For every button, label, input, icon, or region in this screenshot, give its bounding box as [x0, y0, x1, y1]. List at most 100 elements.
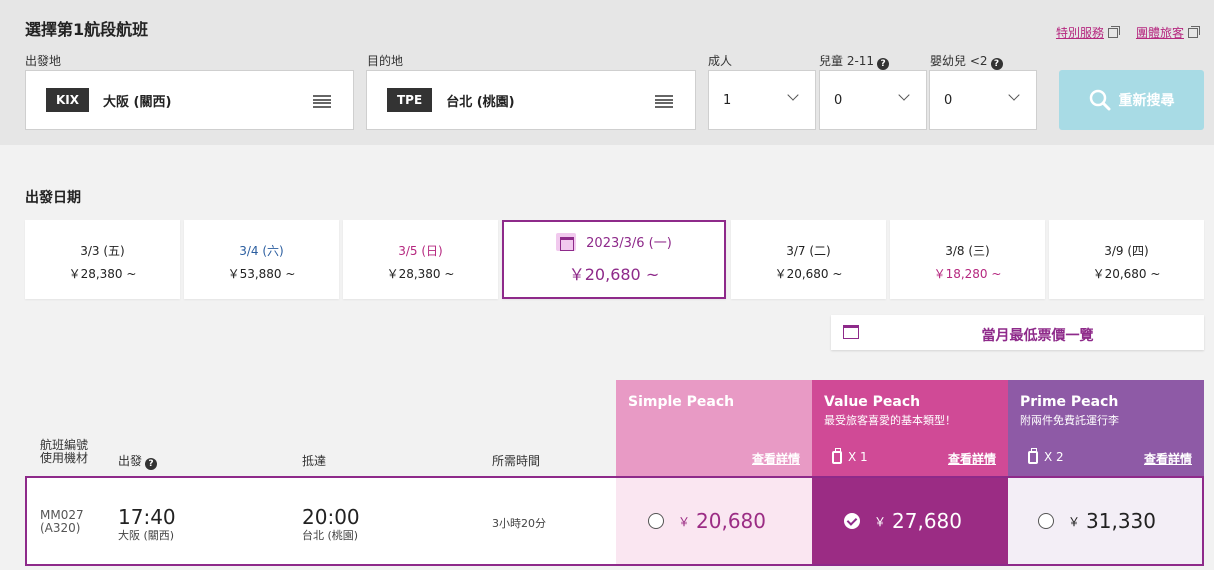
- infant-label: 嬰幼兒 <2: [930, 54, 988, 68]
- list-icon[interactable]: [655, 95, 673, 108]
- radio-button[interactable]: [648, 513, 664, 529]
- special-service-label: 特別服務: [1055, 26, 1104, 40]
- search-button-label: 重新搜尋: [1118, 93, 1175, 109]
- baggage-info: X 2: [1028, 447, 1064, 464]
- group-passenger-link[interactable]: 團體旅客: [1135, 24, 1200, 41]
- search-icon: [1089, 89, 1110, 111]
- date-card-date: 3/4 (六): [239, 244, 284, 258]
- destination-code-badge: TPE: [387, 88, 433, 112]
- adult-value: 1: [723, 93, 732, 108]
- date-card-date: 3/3 (五): [80, 244, 125, 258]
- date-card[interactable]: 3/9 (四) ￥20,680 ~: [1049, 220, 1204, 299]
- date-card[interactable]: 3/8 (三) ￥18,280 ~: [890, 220, 1045, 299]
- flight-number-cell: MM027 (A320): [40, 509, 84, 535]
- external-link-icon: [1188, 25, 1200, 38]
- date-card-date: 3/7 (二): [786, 244, 831, 258]
- fare-option-value[interactable]: ￥ 27,680: [812, 478, 1008, 564]
- date-card-date: 3/9 (四): [1104, 244, 1149, 258]
- date-card[interactable]: 3/7 (二) ￥20,680 ~: [731, 220, 886, 299]
- fare-detail-link[interactable]: 查看詳情: [1144, 450, 1192, 467]
- departure-date-heading: 出發日期: [25, 190, 81, 206]
- col-flight-header: 航班編號 使用機材: [40, 439, 88, 465]
- fare-subtitle: 最受旅客喜愛的基本類型！: [824, 414, 956, 427]
- child-label: 兒童 2-11: [819, 54, 875, 68]
- search-panel: 選擇第1航段航班 特別服務 團體旅客 出發地 KIX 大阪 (關西) 目的地 T…: [0, 0, 1214, 145]
- fare-header-simple: Simple Peach 查看詳情: [616, 380, 812, 476]
- destination-name: 台北 (桃園): [446, 94, 515, 110]
- col-depart-header: 出發?: [118, 452, 158, 470]
- date-card-price: ￥28,380 ~: [68, 267, 137, 281]
- origin-field[interactable]: KIX 大阪 (關西): [25, 70, 354, 130]
- origin-label: 出發地: [25, 54, 62, 68]
- chevron-down-icon: [898, 89, 910, 101]
- child-select[interactable]: 0: [819, 70, 927, 130]
- fare-subtitle: 附兩件免費託運行李: [1020, 414, 1119, 427]
- fare-detail-link[interactable]: 查看詳情: [948, 450, 996, 467]
- infant-select[interactable]: 0: [929, 70, 1037, 130]
- yen-sign: ￥: [1068, 514, 1081, 529]
- col-arrive-header: 抵達: [302, 454, 327, 468]
- fare-price: 20,680: [696, 509, 766, 533]
- arrive-time: 20:00: [302, 505, 360, 529]
- baggage-info: X 1: [832, 447, 868, 464]
- fare-name: Simple Peach: [628, 394, 735, 410]
- monthly-lowest-fare-button[interactable]: 當月最低票價一覽: [831, 315, 1204, 350]
- date-card-date: 3/5 (日): [398, 244, 443, 258]
- date-card[interactable]: 3/4 (六) ￥53,880 ~: [184, 220, 339, 299]
- date-card-price: ￥53,880 ~: [227, 267, 296, 281]
- depart-time: 17:40: [118, 505, 176, 529]
- group-passenger-label: 團體旅客: [1135, 26, 1184, 40]
- date-card-price: ￥28,380 ~: [386, 267, 455, 281]
- fare-detail-link[interactable]: 查看詳情: [752, 450, 800, 467]
- fare-option-prime[interactable]: ￥ 31,330: [1008, 478, 1202, 564]
- top-links: 特別服務 團體旅客: [1055, 24, 1200, 41]
- flight-duration: 3小時20分: [492, 517, 546, 530]
- child-value: 0: [834, 93, 843, 108]
- date-card-price: ￥20,680 ~: [568, 265, 660, 284]
- help-icon[interactable]: ?: [145, 458, 158, 470]
- origin-name: 大阪 (關西): [103, 94, 172, 110]
- fare-name: Prime Peach: [1020, 394, 1119, 410]
- date-card-price: ￥20,680 ~: [1092, 267, 1161, 281]
- infant-value: 0: [944, 93, 953, 108]
- baggage-count: X 2: [1044, 450, 1064, 464]
- origin-code-badge: KIX: [46, 88, 90, 112]
- list-icon[interactable]: [313, 95, 331, 108]
- date-card-date: 2023/3/6 (一): [586, 236, 672, 251]
- calendar-icon: [556, 232, 577, 251]
- luggage-icon: [832, 447, 842, 464]
- date-card-date: 3/8 (三): [945, 244, 990, 258]
- help-icon[interactable]: ?: [877, 58, 890, 70]
- col-duration-header: 所需時間: [492, 454, 541, 468]
- fare-name: Value Peach: [824, 394, 921, 410]
- arrive-place: 台北 (桃園): [302, 529, 359, 542]
- luggage-icon: [1028, 447, 1038, 464]
- check-icon[interactable]: [844, 513, 860, 529]
- special-service-link[interactable]: 特別服務: [1055, 24, 1120, 41]
- adult-label: 成人: [708, 54, 733, 68]
- selected-date-row: 2023/3/6 (一): [504, 232, 724, 251]
- date-card[interactable]: 3/3 (五) ￥28,380 ~: [25, 220, 180, 299]
- col-depart-label: 出發: [118, 454, 143, 468]
- destination-field[interactable]: TPE 台北 (桃園): [366, 70, 696, 130]
- infant-label-wrap: 嬰幼兒 <2?: [930, 52, 1003, 70]
- date-card-selected[interactable]: 2023/3/6 (一) ￥20,680 ~: [502, 220, 726, 299]
- col-aircraft-label: 使用機材: [40, 451, 89, 465]
- date-card[interactable]: 3/5 (日) ￥28,380 ~: [343, 220, 498, 299]
- search-button[interactable]: 重新搜尋: [1059, 70, 1204, 130]
- chevron-down-icon: [787, 89, 799, 101]
- radio-button[interactable]: [1038, 513, 1054, 529]
- fare-option-simple[interactable]: ￥ 20,680: [616, 478, 812, 564]
- aircraft-type: (A320): [40, 521, 81, 535]
- adult-select[interactable]: 1: [708, 70, 816, 130]
- chevron-down-icon: [1008, 89, 1020, 101]
- fare-header-prime: Prime Peach 附兩件免費託運行李 X 2 查看詳情: [1008, 380, 1204, 476]
- child-label-wrap: 兒童 2-11?: [819, 52, 890, 70]
- help-icon[interactable]: ?: [990, 58, 1003, 70]
- fare-price: 31,330: [1086, 509, 1156, 533]
- fare-price: 27,680: [892, 509, 962, 533]
- yen-sign: ￥: [678, 514, 691, 529]
- monthly-lowest-fare-label: 當月最低票價一覽: [981, 328, 1094, 344]
- fare-header-value: Value Peach 最受旅客喜愛的基本類型！ X 1 查看詳情: [812, 380, 1008, 476]
- date-card-price: ￥18,280 ~: [933, 267, 1002, 281]
